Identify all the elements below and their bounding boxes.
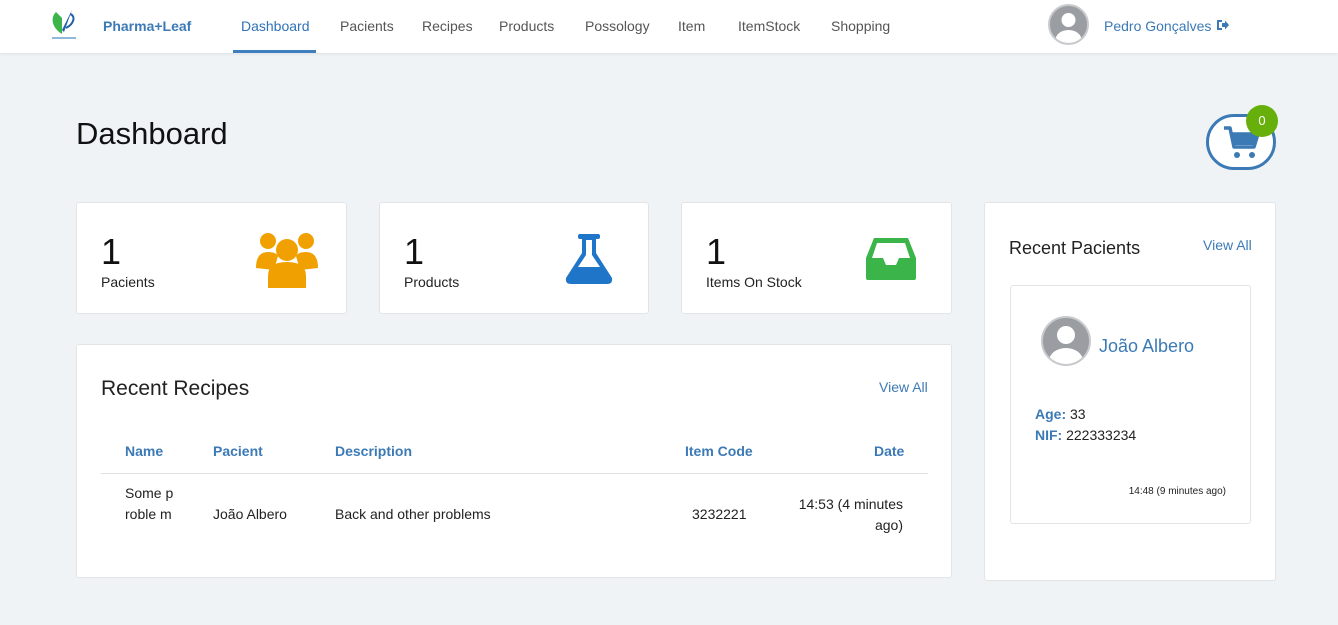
age-value: 33 (1070, 406, 1086, 422)
pacient-card[interactable]: João Albero Age: 33 NIF: 222333234 14:48… (1010, 285, 1251, 524)
column-header-pacient[interactable]: Pacient (213, 443, 263, 459)
pacient-timestamp: 14:48 (9 minutes ago) (1128, 486, 1226, 497)
column-header-name[interactable]: Name (125, 443, 163, 459)
stat-value: 1 (101, 231, 122, 272)
cell-pacient: João Albero (213, 506, 287, 522)
user-avatar[interactable] (1048, 4, 1089, 45)
nav-dashboard[interactable]: Dashboard (241, 18, 310, 34)
user-name[interactable]: Pedro Gonçalves (1104, 18, 1211, 34)
nav-products[interactable]: Products (499, 18, 554, 34)
cell-name: Some proble m (125, 485, 174, 522)
cell-item-code: 3232221 (692, 506, 747, 522)
table-divider (101, 473, 928, 474)
nav-pacients[interactable]: Pacients (340, 18, 394, 34)
pacient-avatar (1041, 316, 1091, 366)
stat-label: Items On Stock (706, 274, 802, 290)
inbox-icon (866, 238, 916, 280)
pacient-name-link[interactable]: João Albero (1099, 336, 1194, 357)
section-title: Recent Pacients (1009, 238, 1141, 258)
column-header-item-code[interactable]: Item Code (685, 443, 753, 459)
pacient-age: Age: 33 (1035, 406, 1086, 422)
stat-card-pacients[interactable]: 1 Pacients (76, 202, 347, 314)
stat-label: Pacients (101, 274, 155, 290)
pacients-view-all-link[interactable]: View All (1203, 237, 1252, 253)
stat-value: 1 (706, 231, 727, 272)
sign-out-icon[interactable] (1216, 18, 1230, 32)
column-header-date[interactable]: Date (874, 443, 904, 459)
stat-label: Products (404, 274, 460, 290)
stat-value: 1 (404, 231, 425, 272)
cell-description: Back and other problems (335, 506, 491, 522)
recent-recipes-card: Recent Recipes View All Name Pacient Des… (76, 344, 952, 578)
pharma-leaf-logo[interactable] (48, 8, 80, 42)
pacient-nif: NIF: 222333234 (1035, 427, 1136, 443)
section-title: Recent Recipes (101, 377, 250, 400)
flask-icon (565, 234, 613, 284)
nav-possology[interactable]: Possology (585, 18, 650, 34)
age-label: Age: (1035, 406, 1067, 422)
nif-label: NIF: (1035, 427, 1063, 443)
nif-value: 222333234 (1066, 427, 1137, 443)
nav-shopping[interactable]: Shopping (831, 18, 890, 34)
nav-itemstock[interactable]: ItemStock (738, 18, 800, 34)
recipes-view-all-link[interactable]: View All (879, 379, 928, 395)
page-title: Dashboard (76, 116, 228, 151)
top-navbar: Pharma+Leaf Dashboard Pacients Recipes P… (0, 0, 1338, 53)
stat-card-items-on-stock[interactable]: 1 Items On Stock (681, 202, 952, 314)
brand-name[interactable]: Pharma+Leaf (103, 18, 191, 34)
nav-recipes[interactable]: Recipes (422, 18, 473, 34)
user-silhouette-icon (1049, 326, 1083, 364)
cart-count-badge: 0 (1246, 105, 1278, 137)
user-silhouette-icon (1055, 13, 1082, 43)
cell-date: 14:53 (4 minutes ago) (798, 496, 903, 533)
users-icon (256, 233, 318, 288)
nav-item[interactable]: Item (678, 18, 705, 34)
column-header-description[interactable]: Description (335, 443, 412, 459)
active-tab-indicator (233, 50, 316, 53)
stat-card-products[interactable]: 1 Products (379, 202, 649, 314)
recent-pacients-card: Recent Pacients View All João Albero Age… (984, 202, 1276, 581)
